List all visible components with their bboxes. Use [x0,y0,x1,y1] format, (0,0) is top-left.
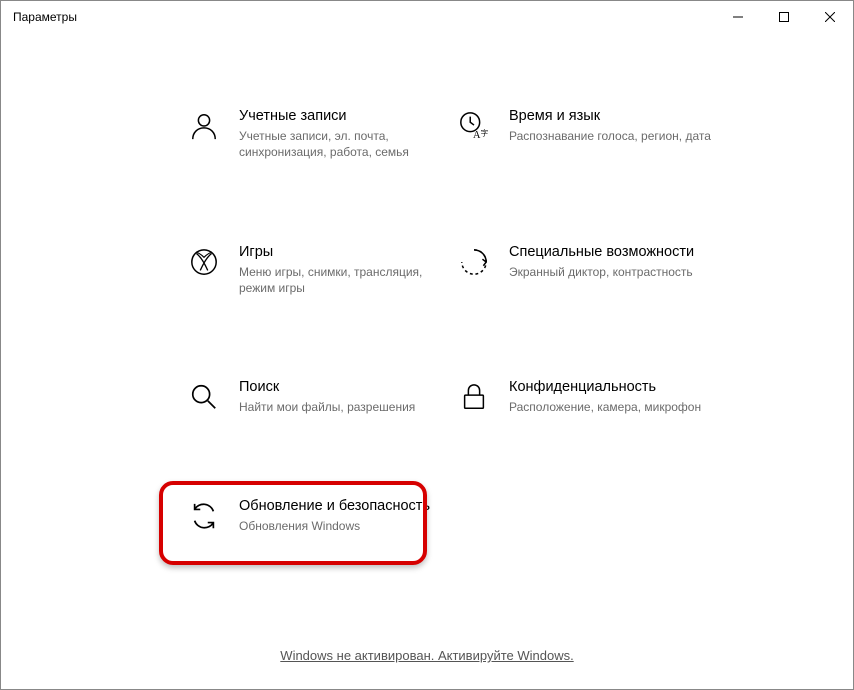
tile-desc: Расположение, камера, микрофон [509,399,715,415]
time-language-icon: A 字 [457,109,491,143]
titlebar: Параметры [1,1,853,33]
search-icon [187,380,221,414]
tile-title: Время и язык [509,107,715,125]
minimize-icon [733,12,743,22]
tile-title: Конфиденциальность [509,378,715,396]
maximize-button[interactable] [761,1,807,33]
window-title: Параметры [13,10,715,24]
tile-accessibility[interactable]: Специальные возможности Экранный диктор,… [451,237,721,303]
tile-gaming[interactable]: Игры Меню игры, снимки, трансляция, режи… [181,237,451,303]
tile-title: Специальные возможности [509,243,715,261]
close-button[interactable] [807,1,853,33]
settings-tiles: Учетные записи Учетные записи, эл. почта… [181,101,853,541]
activation-link[interactable]: Windows не активирован. Активируйте Wind… [280,648,573,663]
tile-desc: Найти мои файлы, разрешения [239,399,445,415]
maximize-icon [779,12,789,22]
tile-desc: Экранный диктор, контрастность [509,264,715,280]
tile-desc: Обновления Windows [239,518,445,534]
tile-desc: Учетные записи, эл. почта, синхронизация… [239,128,445,160]
tile-update-security[interactable]: Обновление и безопасность Обновления Win… [181,491,451,540]
tile-search[interactable]: Поиск Найти мои файлы, разрешения [181,372,451,421]
tile-title: Обновление и безопасность [239,497,445,515]
close-icon [825,12,835,22]
tile-privacy[interactable]: Конфиденциальность Расположение, камера,… [451,372,721,421]
svg-text:字: 字 [481,127,489,137]
footer: Windows не активирован. Активируйте Wind… [1,647,853,665]
tile-desc: Распознавание голоса, регион, дата [509,128,715,144]
minimize-button[interactable] [715,1,761,33]
tile-accounts[interactable]: Учетные записи Учетные записи, эл. почта… [181,101,451,167]
settings-content: Учетные записи Учетные записи, эл. почта… [1,101,853,639]
tile-desc: Меню игры, снимки, трансляция, режим игр… [239,264,445,296]
person-icon [187,109,221,143]
accessibility-icon [457,245,491,279]
update-icon [187,499,221,533]
lock-icon [457,380,491,414]
tile-title: Игры [239,243,445,261]
xbox-icon [187,245,221,279]
tile-title: Учетные записи [239,107,445,125]
tile-title: Поиск [239,378,445,396]
tile-time-language[interactable]: A 字 Время и язык Распознавание голоса, р… [451,101,721,167]
